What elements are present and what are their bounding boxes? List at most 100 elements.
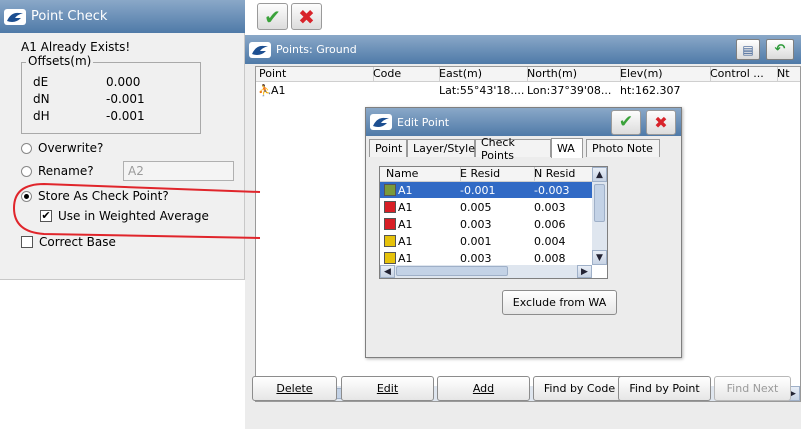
wa-name: A1 <box>398 201 413 214</box>
exists-message: A1 Already Exists! <box>21 40 131 54</box>
survey-point-icon: ⛹ <box>258 84 272 97</box>
col-name[interactable]: Name <box>380 167 461 182</box>
row-point: A1 <box>271 84 286 97</box>
wa-name: A1 <box>398 184 413 197</box>
wa-name: A1 <box>398 218 413 231</box>
rename-input[interactable]: A2 <box>123 161 234 181</box>
offsets-label: Offsets(m) <box>26 54 94 68</box>
checkmark-icon: ✔ <box>618 112 634 132</box>
offset-dn-label: dN <box>33 92 50 106</box>
find-by-point-button[interactable]: Find by Point <box>618 376 711 401</box>
delete-button[interactable]: Delete <box>252 376 337 401</box>
carlson-logo-icon <box>370 114 392 130</box>
wa-hscroll-thumb[interactable] <box>396 266 508 276</box>
wa-list: Name E Resid N Resid A1 -0.001 -0.003 A1 0.0… <box>379 166 608 279</box>
carlson-logo-icon <box>249 41 271 58</box>
col-point[interactable]: Point <box>256 67 374 82</box>
col-control[interactable]: Control ... <box>707 67 778 82</box>
point-marker-icon <box>384 235 396 247</box>
rename-option[interactable]: Rename? <box>21 162 94 180</box>
cancel-button[interactable]: ✖ <box>291 3 322 30</box>
wa-horizontal-scrollbar[interactable]: ◀ ▶ <box>380 265 592 278</box>
row-east: Lat:55°43'18.... <box>439 84 525 97</box>
scroll-left-button[interactable]: ◀ <box>380 265 395 278</box>
point-marker-icon <box>384 252 396 264</box>
overwrite-option[interactable]: Overwrite? <box>21 139 103 157</box>
tab-point[interactable]: Point <box>369 139 407 157</box>
col-east[interactable]: East(m) <box>436 67 528 82</box>
wa-e-resid: 0.003 <box>460 252 492 265</box>
wa-vscroll-thumb[interactable] <box>594 184 605 222</box>
wa-row[interactable]: A1 0.005 0.003 <box>380 199 592 215</box>
back-button[interactable]: ↶ <box>766 39 794 60</box>
point-marker-icon <box>384 218 396 230</box>
col-e-resid[interactable]: E Resid <box>454 167 535 182</box>
wa-n-resid: 0.003 <box>534 201 566 214</box>
table-row[interactable]: ⛹ A1 Lat:55°43'18.... Lon:37°39'08... ht… <box>256 83 800 99</box>
wa-row[interactable]: A1 0.003 0.006 <box>380 216 592 232</box>
wa-rows: A1 -0.001 -0.003 A1 0.005 0.003 A1 0.003 0.006 A1… <box>380 182 592 265</box>
wa-e-resid: 0.001 <box>460 235 492 248</box>
offsets-group: Offsets(m) dE 0.000 dN -0.001 dH -0.001 <box>21 54 201 134</box>
points-title: Points: Ground <box>276 43 357 56</box>
find-next-button[interactable]: Find Next <box>714 376 791 401</box>
col-code[interactable]: Code <box>370 67 440 82</box>
wa-n-resid: 0.008 <box>534 252 566 265</box>
overwrite-label: Overwrite? <box>38 141 104 155</box>
offset-dh-value: -0.001 <box>106 109 145 123</box>
wa-n-resid: -0.003 <box>534 184 570 197</box>
close-icon: ✖ <box>298 4 315 29</box>
edit-point-tabs: Point Layer/Style Check Points WA Photo … <box>369 136 679 162</box>
rename-label: Rename? <box>38 164 94 178</box>
offset-de-label: dE <box>33 75 49 89</box>
wa-row[interactable]: A1 0.003 0.008 <box>380 250 592 266</box>
wa-n-resid: 0.006 <box>534 218 566 231</box>
wa-name: A1 <box>398 252 413 265</box>
row-elev: ht:162.307 <box>620 84 681 97</box>
row-north: Lon:37°39'08... <box>527 84 612 97</box>
wa-vertical-scrollbar[interactable]: ▲ ▼ <box>592 167 607 265</box>
wa-list-header: Name E Resid N Resid <box>380 167 599 182</box>
edit-cancel-button[interactable]: ✖ <box>646 110 676 135</box>
find-by-code-button[interactable]: Find by Code <box>533 376 626 401</box>
checkmark-icon: ✔ <box>264 4 281 29</box>
exclude-from-wa-button[interactable]: Exclude from WA <box>502 290 617 315</box>
point-check-titlebar: Point Check <box>0 0 245 33</box>
col-n-resid[interactable]: N Resid <box>528 167 599 182</box>
add-button[interactable]: Add <box>437 376 530 401</box>
wa-row[interactable]: A1 -0.001 -0.003 <box>380 182 592 198</box>
scroll-right-button[interactable]: ▶ <box>577 265 592 278</box>
highlight-annotation <box>12 182 261 239</box>
points-table-header: Point Code East(m) North(m) Elev(m) Cont… <box>256 67 800 82</box>
tab-layer-style[interactable]: Layer/Style <box>407 139 475 157</box>
offset-de-value: 0.000 <box>106 75 141 89</box>
tab-check-points[interactable]: Check Points <box>475 136 551 162</box>
overwrite-radio[interactable] <box>21 142 32 154</box>
edit-button[interactable]: Edit <box>341 376 434 401</box>
wa-e-resid: 0.003 <box>460 218 492 231</box>
offset-dh-label: dH <box>33 109 50 123</box>
edit-ok-button[interactable]: ✔ <box>611 110 641 135</box>
col-elev[interactable]: Elev(m) <box>617 67 711 82</box>
edit-point-title: Edit Point <box>397 115 450 129</box>
close-icon: ✖ <box>654 112 668 132</box>
tab-photo-note[interactable]: Photo Note <box>586 139 660 157</box>
rename-radio[interactable] <box>21 165 32 177</box>
scroll-down-button[interactable]: ▼ <box>592 250 607 265</box>
carlson-logo-icon <box>4 8 26 25</box>
col-note[interactable]: Nt <box>774 67 801 82</box>
ok-button[interactable]: ✔ <box>257 3 288 30</box>
edit-point-dialog: Edit Point ✔ ✖ Point Layer/Style Check P… <box>365 107 682 358</box>
list-details-icon: ▤ <box>742 42 754 57</box>
wa-row[interactable]: A1 0.001 0.004 <box>380 233 592 249</box>
details-view-button[interactable]: ▤ <box>736 39 760 60</box>
scroll-up-button[interactable]: ▲ <box>592 167 607 182</box>
point-marker-icon <box>384 184 396 196</box>
wa-name: A1 <box>398 235 413 248</box>
point-check-title: Point Check <box>31 9 108 24</box>
wa-n-resid: 0.004 <box>534 235 566 248</box>
back-arrow-icon: ↶ <box>774 42 786 57</box>
col-north[interactable]: North(m) <box>524 67 621 82</box>
tab-wa[interactable]: WA <box>551 138 583 158</box>
offset-dn-value: -0.001 <box>106 92 145 106</box>
